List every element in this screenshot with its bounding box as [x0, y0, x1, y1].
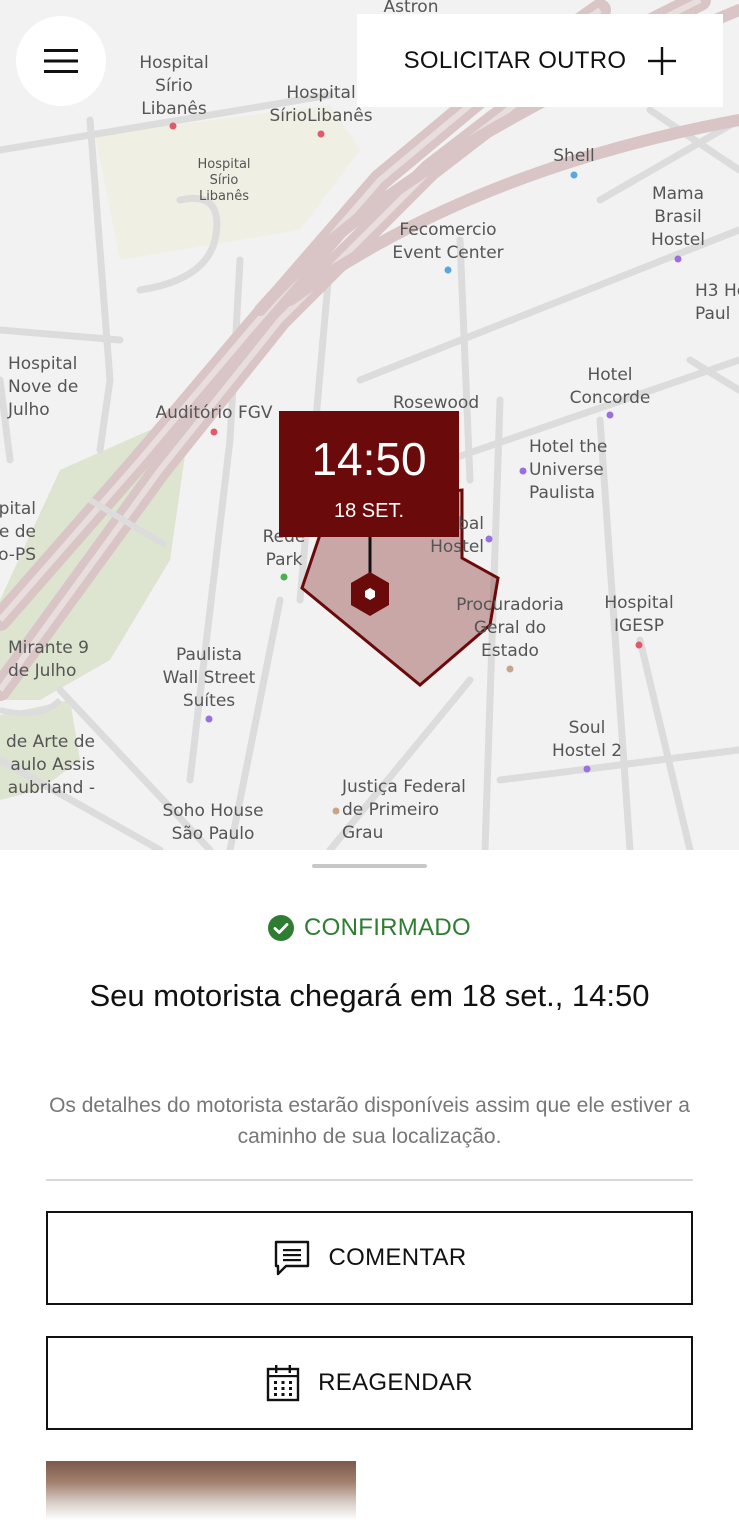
map-marker — [280, 573, 288, 581]
arrival-heading: Seu motorista chegará em 18 set., 14:50 — [89, 978, 650, 1013]
map-label[interactable]: Hotel the Universe Paulista — [529, 436, 607, 505]
pin-time: 14:50 — [311, 433, 427, 485]
promo-image[interactable] — [46, 1461, 356, 1520]
bottom-sheet: CONFIRMADO Seu motorista chegará em 18 s… — [0, 850, 739, 1520]
map-label[interactable]: Auditório FGV — [155, 402, 272, 425]
map-label[interactable]: Fecomercio Event Center — [392, 219, 503, 265]
sheet-drag-handle[interactable] — [312, 864, 427, 868]
map-marker — [674, 255, 682, 263]
map-marker — [583, 765, 591, 773]
map-label[interactable]: Hospital IGESP — [604, 592, 673, 638]
map-marker — [332, 807, 340, 815]
map[interactable]: Astron Hospital Sírio Libanês Hospital S… — [0, 0, 739, 850]
map-label[interactable]: Soul Hostel 2 — [552, 717, 622, 763]
calendar-icon — [266, 1365, 300, 1402]
map-label[interactable]: Procuradoria Geral do Estado — [456, 594, 564, 663]
map-label[interactable]: pital e de o-PS — [0, 498, 36, 567]
chat-icon — [274, 1240, 309, 1276]
driver-details-note: Os detalhes do motorista estarão disponí… — [49, 1094, 690, 1148]
divider — [46, 1179, 693, 1181]
map-marker — [210, 428, 218, 436]
pin-date: 18 SET. — [333, 500, 405, 522]
map-label[interactable]: Hotel Concorde — [570, 364, 651, 410]
map-marker — [506, 665, 514, 673]
map-label[interactable]: Justiça Federal de Primeiro Grau — [342, 776, 466, 845]
map-label[interactable]: Mama Brasil Hostel — [651, 183, 705, 252]
map-label[interactable]: Mirante 9 de Julho — [8, 637, 89, 683]
menu-button[interactable] — [16, 16, 106, 106]
request-another-label: SOLICITAR OUTRO — [403, 46, 627, 74]
map-label[interactable]: de Arte de aulo Assis aubriand - — [6, 731, 95, 800]
comment-label: COMENTAR — [328, 1244, 467, 1271]
request-another-button[interactable]: SOLICITAR OUTRO — [357, 14, 723, 107]
map-marker — [317, 130, 325, 138]
reschedule-button[interactable]: REAGENDAR — [46, 1336, 693, 1430]
map-marker — [635, 641, 643, 649]
status-label: CONFIRMADO — [304, 914, 471, 941]
map-label[interactable]: Soho House São Paulo — [162, 800, 263, 846]
reschedule-label: REAGENDAR — [318, 1369, 473, 1396]
hamburger-icon — [44, 49, 78, 73]
plus-icon — [648, 46, 677, 75]
map-marker — [570, 171, 578, 179]
map-marker — [205, 715, 213, 723]
map-label[interactable]: Shell — [553, 145, 594, 168]
map-label[interactable]: Hospital Sírio Libanês — [139, 52, 208, 121]
map-label[interactable]: H3 Ho Paul — [695, 280, 739, 326]
map-marker — [444, 266, 452, 274]
map-label[interactable]: Paulista Wall Street Suítes — [163, 644, 256, 713]
comment-button[interactable]: COMENTAR — [46, 1211, 693, 1305]
map-label[interactable]: Hospital Sírio Libanês — [197, 157, 250, 205]
map-marker — [169, 122, 177, 130]
map-marker — [606, 411, 614, 419]
map-marker — [485, 535, 493, 543]
check-circle-icon — [268, 915, 294, 941]
map-label[interactable]: Hospital Nove de Julho — [8, 353, 78, 422]
pickup-time-pin[interactable]: 14:50 18 SET. — [279, 411, 459, 537]
map-marker — [519, 467, 527, 475]
status-badge: CONFIRMADO — [0, 914, 739, 942]
